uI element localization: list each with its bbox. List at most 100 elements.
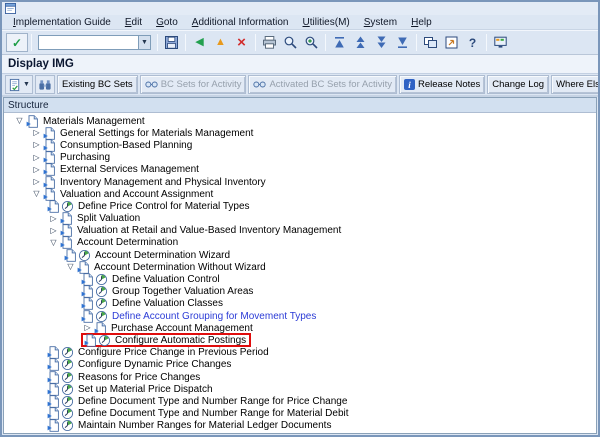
existing-bc-sets-button[interactable]: Existing BC Sets <box>56 75 138 94</box>
print-button[interactable] <box>259 32 280 53</box>
expand-arrow-icon[interactable]: ▷ <box>47 214 60 223</box>
tree-item[interactable]: Account Determination Wizard <box>4 248 596 262</box>
new-session-button[interactable] <box>420 32 441 53</box>
tree-item[interactable]: Set up Material Price Dispatch <box>4 382 596 396</box>
tree-item[interactable]: Configure Price Change in Previous Perio… <box>4 346 596 359</box>
menu-help[interactable]: Help <box>404 17 439 28</box>
tree-item[interactable]: ▷ Inventory Management and Physical Inven… <box>4 175 596 189</box>
tree-item[interactable]: Define Price Control for Material Types <box>4 200 596 213</box>
button-label: Activated BC Sets for Activity <box>269 79 392 90</box>
tree-item-label[interactable]: Valuation and Account Assignment <box>57 189 213 200</box>
execute-activity-icon <box>61 383 74 395</box>
expand-arrow-icon[interactable]: ▷ <box>30 165 43 174</box>
collapse-arrow-icon[interactable]: ▽ <box>47 238 60 247</box>
tree-item[interactable]: ▷ General Settings for Materials Manageme… <box>4 127 596 140</box>
tree-item-label[interactable]: Configure Price Change in Previous Perio… <box>75 347 269 358</box>
tree-item[interactable]: Configure Automatic Postings <box>4 333 596 348</box>
expand-arrow-icon[interactable]: ▷ <box>81 324 94 332</box>
expand-arrow-icon[interactable]: ▷ <box>30 178 43 186</box>
tree-item-label[interactable]: Set up Material Price Dispatch <box>75 384 213 395</box>
tree-item-label[interactable]: Maintain Number Ranges for Material Ledg… <box>75 420 331 431</box>
page-up-button[interactable] <box>350 32 371 53</box>
tree-item[interactable]: Define Valuation Control <box>4 273 596 286</box>
menu-edit[interactable]: Edit <box>118 17 149 28</box>
command-input[interactable] <box>38 35 138 50</box>
tree-item[interactable]: ▷ External Services Management <box>4 163 596 177</box>
tree-item[interactable]: Define Account Grouping for Movement Typ… <box>4 309 596 323</box>
find-button[interactable] <box>280 32 301 53</box>
customize-button[interactable] <box>490 32 511 53</box>
collapse-arrow-icon[interactable]: ▽ <box>13 117 26 125</box>
tree-item[interactable]: ▽ Valuation and Account Assignment <box>4 187 596 201</box>
tree-item[interactable]: ▷ Valuation at Retail and Value-Based Inv… <box>4 224 596 238</box>
collapse-arrow-icon[interactable]: ▽ <box>64 263 77 271</box>
img-doc-icon <box>47 346 59 359</box>
tree-item-label[interactable]: Define Valuation Control <box>109 274 220 285</box>
title-bar: Display IMG <box>2 55 598 74</box>
tree-item-label[interactable]: Valuation at Retail and Value-Based Inve… <box>74 225 341 236</box>
tree-item[interactable]: ▽ Account Determination <box>4 236 596 250</box>
tree-item-label[interactable]: General Settings for Materials Managemen… <box>57 128 253 139</box>
tree-item-label[interactable]: Group Together Valuation Areas <box>109 286 253 297</box>
tree-item[interactable]: Configure Dynamic Price Changes <box>4 358 596 372</box>
tree-item-label[interactable]: Materials Management <box>40 116 145 127</box>
last-page-button[interactable] <box>392 32 413 53</box>
tree-item-label[interactable]: Account Determination Without Wizard <box>91 262 266 273</box>
tree-item-label[interactable]: Define Price Control for Material Types <box>75 201 250 212</box>
first-page-button[interactable] <box>329 32 350 53</box>
tree-item-label[interactable]: Purchasing <box>57 152 110 163</box>
expand-arrow-icon[interactable]: ▷ <box>47 226 60 235</box>
binoculars-icon-button[interactable] <box>34 75 55 94</box>
expand-arrow-icon[interactable]: ▷ <box>30 153 43 162</box>
tree-item[interactable]: ▷ Purchasing <box>4 151 596 164</box>
tree-item-label[interactable]: External Services Management <box>57 164 199 175</box>
tree-item[interactable]: ▷ Split Valuation <box>4 212 596 225</box>
collapse-arrow-icon[interactable]: ▽ <box>30 190 43 198</box>
tree-item[interactable]: Define Document Type and Number Range fo… <box>4 395 596 408</box>
tree-item[interactable]: Group Together Valuation Areas <box>4 285 596 298</box>
where-else-used-button[interactable]: Where Else Used <box>551 75 598 94</box>
release-notes-button[interactable]: i Release Notes <box>398 75 486 94</box>
view-select-icon-button[interactable]: ▼ <box>5 75 33 94</box>
tree-item-label[interactable]: Account Determination <box>74 237 178 248</box>
tree-item-label[interactable]: Configure Automatic Postings <box>112 335 246 346</box>
tree-item-label[interactable]: Configure Dynamic Price Changes <box>75 359 231 370</box>
tree-item-label[interactable]: Account Determination Wizard <box>92 250 230 261</box>
menu-goto[interactable]: Goto <box>149 17 185 28</box>
tree-item-label[interactable]: Purchase Account Management <box>108 323 253 334</box>
save-button[interactable] <box>161 32 182 53</box>
expand-arrow-icon[interactable]: ▷ <box>30 141 43 149</box>
menu-additional-information[interactable]: Additional Information <box>185 17 296 28</box>
menu-implementation-guide[interactable]: Implementation Guide <box>6 17 118 28</box>
tree-item-label[interactable]: Inventory Management and Physical Invent… <box>57 177 266 188</box>
tree-item-label[interactable]: Reasons for Price Changes <box>75 372 200 383</box>
tree-item-label[interactable]: Define Document Type and Number Range fo… <box>75 396 347 407</box>
tree-item-label[interactable]: Consumption-Based Planning <box>57 140 192 151</box>
cancel-button[interactable]: × <box>231 32 252 53</box>
menu-utilities-m[interactable]: Utilities(M) <box>296 17 357 28</box>
find-next-button[interactable] <box>301 32 322 53</box>
command-history-dropdown[interactable]: ▼ <box>138 35 151 50</box>
enter-button[interactable]: ✓ <box>6 33 28 52</box>
page-down-button[interactable] <box>371 32 392 53</box>
help-button[interactable]: ? <box>462 32 483 53</box>
tree-item[interactable]: Maintain Number Ranges for Material Ledg… <box>4 419 596 433</box>
exit-button[interactable]: ▲ <box>210 32 231 53</box>
tree-item-label[interactable]: Define Valuation Classes <box>109 298 223 309</box>
tree-item[interactable]: Define Valuation Classes <box>4 297 596 311</box>
tree-item[interactable]: Reasons for Price Changes <box>4 370 596 384</box>
expand-arrow-icon[interactable]: ▷ <box>30 129 43 137</box>
window-menu-icon[interactable] <box>5 3 16 14</box>
tree-item-label[interactable]: Split Valuation <box>74 213 140 224</box>
tree-item[interactable]: ▽ Account Determination Without Wizard <box>4 261 596 274</box>
tree-item[interactable]: ▽ Materials Management <box>4 114 596 128</box>
img-doc-icon <box>81 297 93 311</box>
menu-system[interactable]: System <box>357 17 404 28</box>
back-button[interactable]: ◀ <box>189 32 210 53</box>
tree-item-label[interactable]: Define Account Grouping for Movement Typ… <box>109 311 316 322</box>
tree-item[interactable]: ▷ Consumption-Based Planning <box>4 139 596 152</box>
shortcut-button[interactable] <box>441 32 462 53</box>
tree-item[interactable]: Define Document Type and Number Range fo… <box>4 407 596 420</box>
change-log-button[interactable]: Change Log <box>487 75 550 94</box>
tree-item-label[interactable]: Define Document Type and Number Range fo… <box>75 408 349 419</box>
